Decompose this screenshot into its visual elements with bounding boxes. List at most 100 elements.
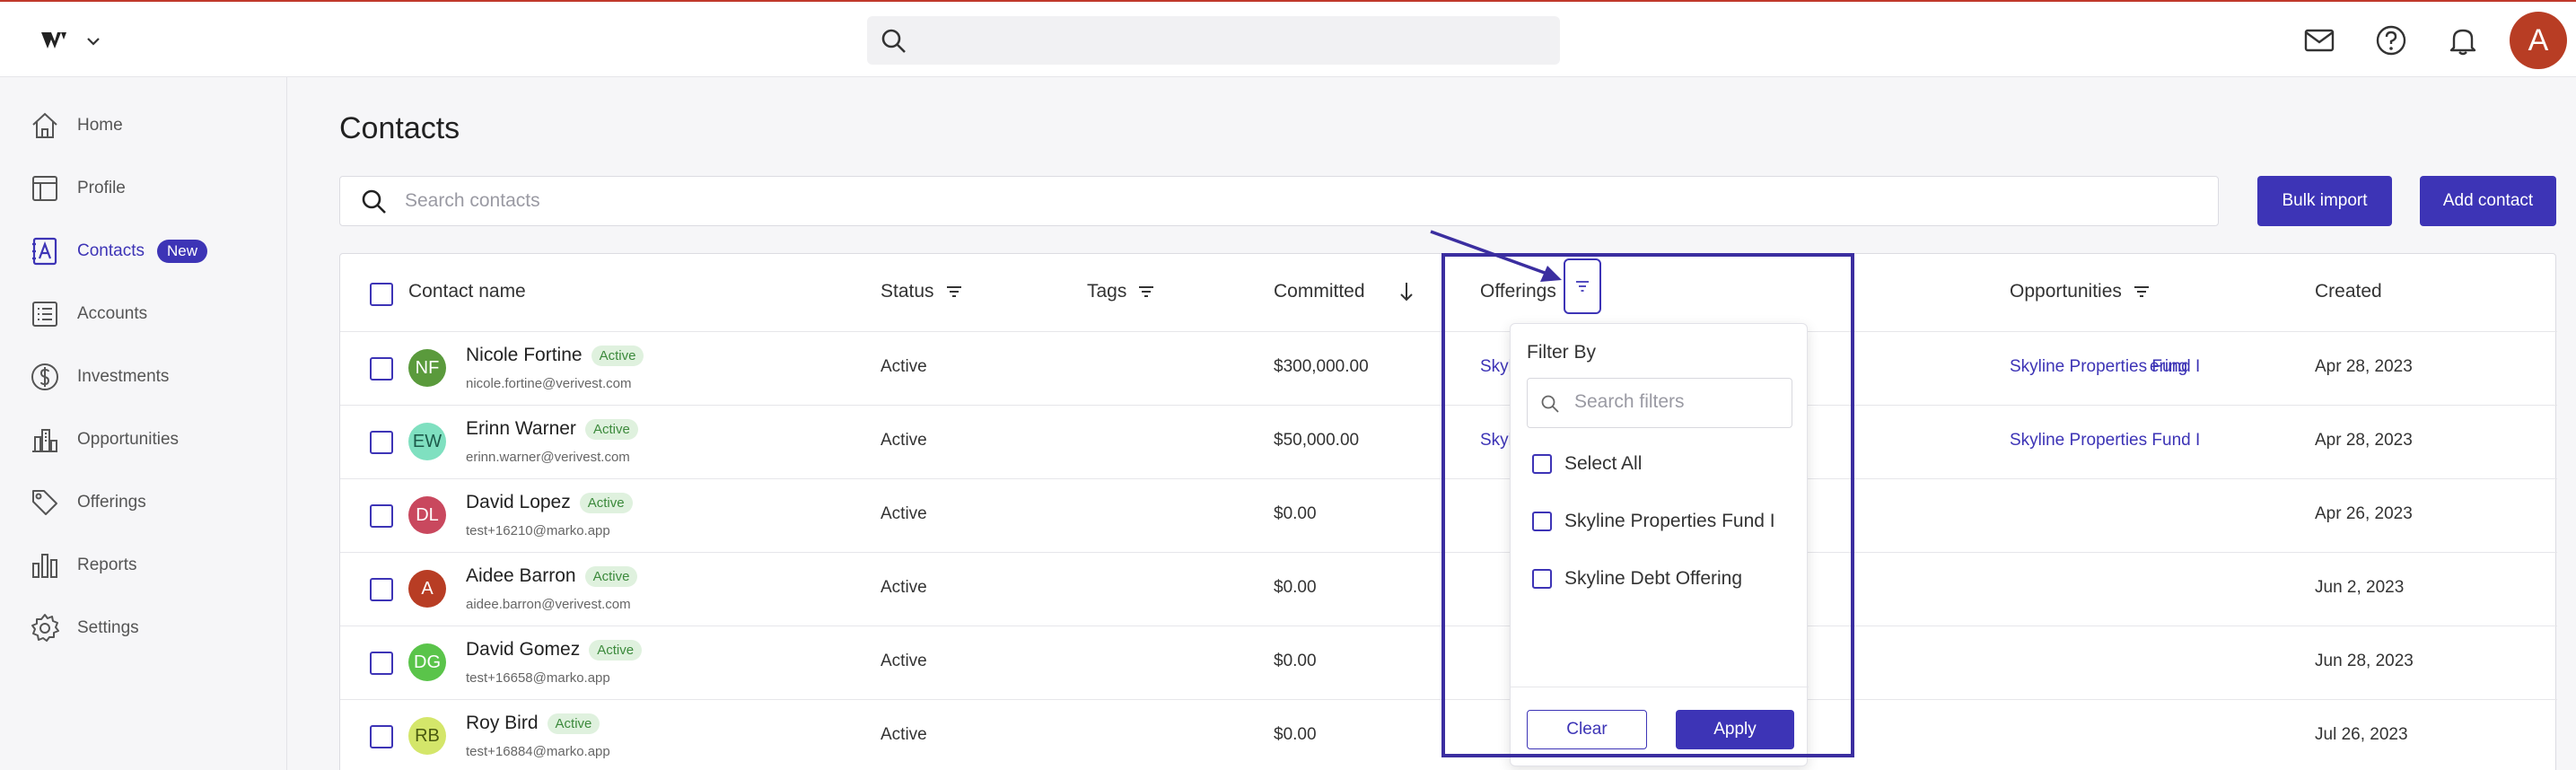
filter-search-field[interactable]: [1527, 378, 1792, 428]
contacts-icon: [32, 237, 57, 266]
option-checkbox[interactable]: [1532, 512, 1552, 531]
committed-cell: $0.00: [1274, 578, 1317, 597]
top-bar: A: [0, 0, 2576, 77]
bell-icon[interactable]: [2447, 24, 2479, 57]
sidebar-item-investments[interactable]: Investments: [29, 359, 169, 395]
contacts-table: Contact name Status Tags Committed Offer…: [339, 253, 2557, 770]
opportunity-link[interactable]: Skyline Properties Fund I: [2010, 431, 2200, 451]
sidebar-item-label: Opportunities: [77, 430, 180, 449]
contact-name[interactable]: Aidee Barron Active: [466, 565, 638, 587]
apply-button[interactable]: Apply: [1676, 710, 1794, 749]
offering-link[interactable]: Skyl: [1480, 357, 1512, 377]
table-row[interactable]: RB Roy Bird Active test+16884@marko.app A…: [340, 699, 2557, 770]
sidebar-item-label: Profile: [77, 179, 126, 197]
contact-search-field[interactable]: [339, 176, 2219, 226]
filter-search-input[interactable]: [1574, 391, 1781, 413]
contact-name[interactable]: Nicole Fortine Active: [466, 345, 644, 366]
bulk-import-button[interactable]: Bulk import: [2257, 176, 2392, 226]
filter-icon[interactable]: [945, 284, 963, 299]
sidebar-item-contacts[interactable]: Contacts New: [29, 233, 207, 269]
reports-icon: [32, 554, 57, 578]
committed-cell: $300,000.00: [1274, 357, 1369, 376]
contact-name[interactable]: Roy Bird Active: [466, 713, 600, 734]
add-contact-button[interactable]: Add contact: [2420, 176, 2556, 226]
sidebar-item-home[interactable]: Home: [29, 108, 123, 144]
investments-icon: [31, 363, 58, 390]
column-header-created[interactable]: Created: [2315, 281, 2382, 302]
status-cell: Active: [881, 504, 927, 523]
contact-name[interactable]: David Lopez Active: [466, 492, 633, 513]
contact-name[interactable]: Erinn Warner Active: [466, 418, 638, 440]
option-checkbox[interactable]: [1532, 569, 1552, 589]
avatar: RB: [408, 717, 446, 755]
sidebar-item-label: Home: [77, 116, 123, 135]
created-cell: Apr 28, 2023: [2315, 357, 2413, 376]
select-all-checkbox[interactable]: [370, 283, 393, 306]
sidebar-item-label: Offerings: [77, 493, 146, 512]
filter-option-skyline-debt-offering[interactable]: Skyline Debt Offering: [1532, 568, 1742, 590]
committed-cell: $50,000.00: [1274, 431, 1360, 450]
opportunity-link[interactable]: Skyline Properties Fund I: [2010, 357, 2200, 377]
status-badge: Active: [584, 418, 638, 440]
status-cell: Active: [881, 431, 927, 450]
help-icon[interactable]: [2375, 24, 2407, 57]
status-badge: Active: [584, 565, 638, 587]
table-row[interactable]: DG David Gomez Active test+16658@marko.ap…: [340, 626, 2557, 699]
sidebar-item-label: Contacts: [77, 241, 145, 260]
status-cell: Active: [881, 578, 927, 597]
row-checkbox[interactable]: [370, 357, 393, 381]
filter-icon[interactable]: [2133, 284, 2151, 299]
sort-arrow-down-icon[interactable]: [1398, 281, 1415, 302]
avatar: DG: [408, 643, 446, 681]
created-cell: Jul 26, 2023: [2315, 725, 2408, 744]
user-avatar[interactable]: A: [2510, 12, 2567, 69]
sidebar-item-accounts[interactable]: Accounts: [29, 296, 147, 332]
committed-cell: $0.00: [1274, 504, 1317, 523]
sidebar-item-offerings[interactable]: Offerings: [29, 485, 146, 521]
global-search-input[interactable]: [867, 16, 1560, 65]
table-row[interactable]: EW Erinn Warner Active erinn.warner@veriv…: [340, 405, 2557, 478]
avatar: NF: [408, 349, 446, 387]
home-icon: [32, 112, 57, 138]
table-row[interactable]: DL David Lopez Active test+16210@marko.ap…: [340, 478, 2557, 552]
chevron-down-icon[interactable]: [84, 32, 102, 50]
row-checkbox[interactable]: [370, 725, 393, 748]
contact-email: aidee.barron@verivest.com: [466, 597, 631, 612]
table-row[interactable]: A Aidee Barron Active aidee.barron@verive…: [340, 552, 2557, 626]
column-header-committed[interactable]: Committed: [1274, 281, 1415, 302]
column-header-status[interactable]: Status: [881, 281, 963, 302]
logo-icon[interactable]: [39, 27, 70, 54]
filter-option-select-all[interactable]: Select All: [1532, 453, 1642, 475]
column-header-tags[interactable]: Tags: [1087, 281, 1155, 302]
row-checkbox[interactable]: [370, 652, 393, 675]
status-cell: Active: [881, 652, 927, 670]
avatar: A: [408, 570, 446, 608]
accounts-icon: [32, 302, 57, 327]
row-checkbox[interactable]: [370, 504, 393, 528]
mail-icon[interactable]: [2303, 24, 2335, 57]
column-header-contact-name[interactable]: Contact name: [408, 281, 526, 302]
row-checkbox[interactable]: [370, 578, 393, 601]
offering-link[interactable]: Skyl: [1480, 431, 1512, 451]
filter-icon[interactable]: [1137, 284, 1155, 299]
status-badge: Active: [589, 639, 643, 661]
clear-button[interactable]: Clear: [1527, 710, 1647, 749]
table-row[interactable]: NF Nicole Fortine Active nicole.fortine@v…: [340, 331, 2557, 405]
row-checkbox[interactable]: [370, 431, 393, 454]
contact-search-input[interactable]: [405, 186, 2110, 216]
status-cell: Active: [881, 357, 927, 376]
status-badge: Active: [579, 492, 633, 513]
sidebar-item-reports[interactable]: Reports: [29, 547, 137, 583]
created-cell: Apr 28, 2023: [2315, 431, 2413, 450]
sidebar-item-profile[interactable]: Profile: [29, 171, 126, 206]
committed-cell: $0.00: [1274, 652, 1317, 670]
sidebar-item-settings[interactable]: Settings: [29, 610, 139, 646]
contact-name[interactable]: David Gomez Active: [466, 639, 643, 661]
filter-option-skyline-properties-fund-i[interactable]: Skyline Properties Fund I: [1532, 511, 1775, 532]
sidebar-item-opportunities[interactable]: Opportunities: [29, 422, 179, 458]
option-checkbox[interactable]: [1532, 454, 1552, 474]
status-badge: Active: [547, 713, 600, 734]
search-icon: [1541, 395, 1559, 413]
column-header-opportunities[interactable]: Opportunities: [2010, 281, 2151, 302]
status-cell: Active: [881, 725, 927, 744]
